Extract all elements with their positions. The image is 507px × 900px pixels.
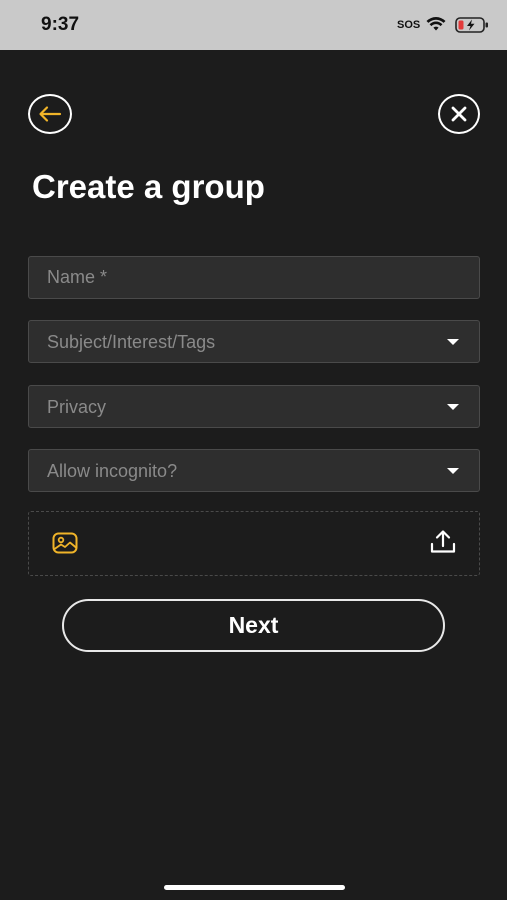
name-input[interactable]	[29, 257, 479, 298]
close-button[interactable]	[438, 94, 480, 134]
subject-select-label: Subject/Interest/Tags	[47, 332, 216, 352]
battery-charging-icon	[455, 17, 488, 33]
image-icon	[52, 532, 78, 554]
subject-select[interactable]: Subject/Interest/Tags	[28, 320, 480, 363]
status-sos: SOS	[397, 19, 421, 31]
upload-icon[interactable]	[429, 529, 457, 555]
arrow-left-icon	[39, 106, 62, 122]
privacy-select[interactable]: Privacy	[28, 385, 480, 428]
incognito-select-label: Allow incognito?	[47, 461, 178, 481]
status-time: 9:37	[41, 14, 80, 35]
chevron-down-icon	[447, 339, 459, 345]
home-indicator[interactable]	[164, 885, 345, 890]
wifi-icon	[426, 17, 446, 31]
image-upload-area[interactable]	[28, 511, 480, 576]
incognito-select[interactable]: Allow incognito?	[28, 449, 480, 492]
chevron-down-icon	[447, 404, 459, 410]
privacy-select-label: Privacy	[47, 397, 107, 417]
next-button[interactable]: Next	[62, 599, 445, 652]
page-title: Create a group	[32, 168, 265, 205]
close-icon	[451, 106, 467, 122]
status-bar: 9:37 SOS	[0, 0, 507, 50]
chevron-down-icon	[447, 468, 459, 474]
back-button[interactable]	[28, 94, 72, 134]
name-field[interactable]	[28, 256, 480, 299]
